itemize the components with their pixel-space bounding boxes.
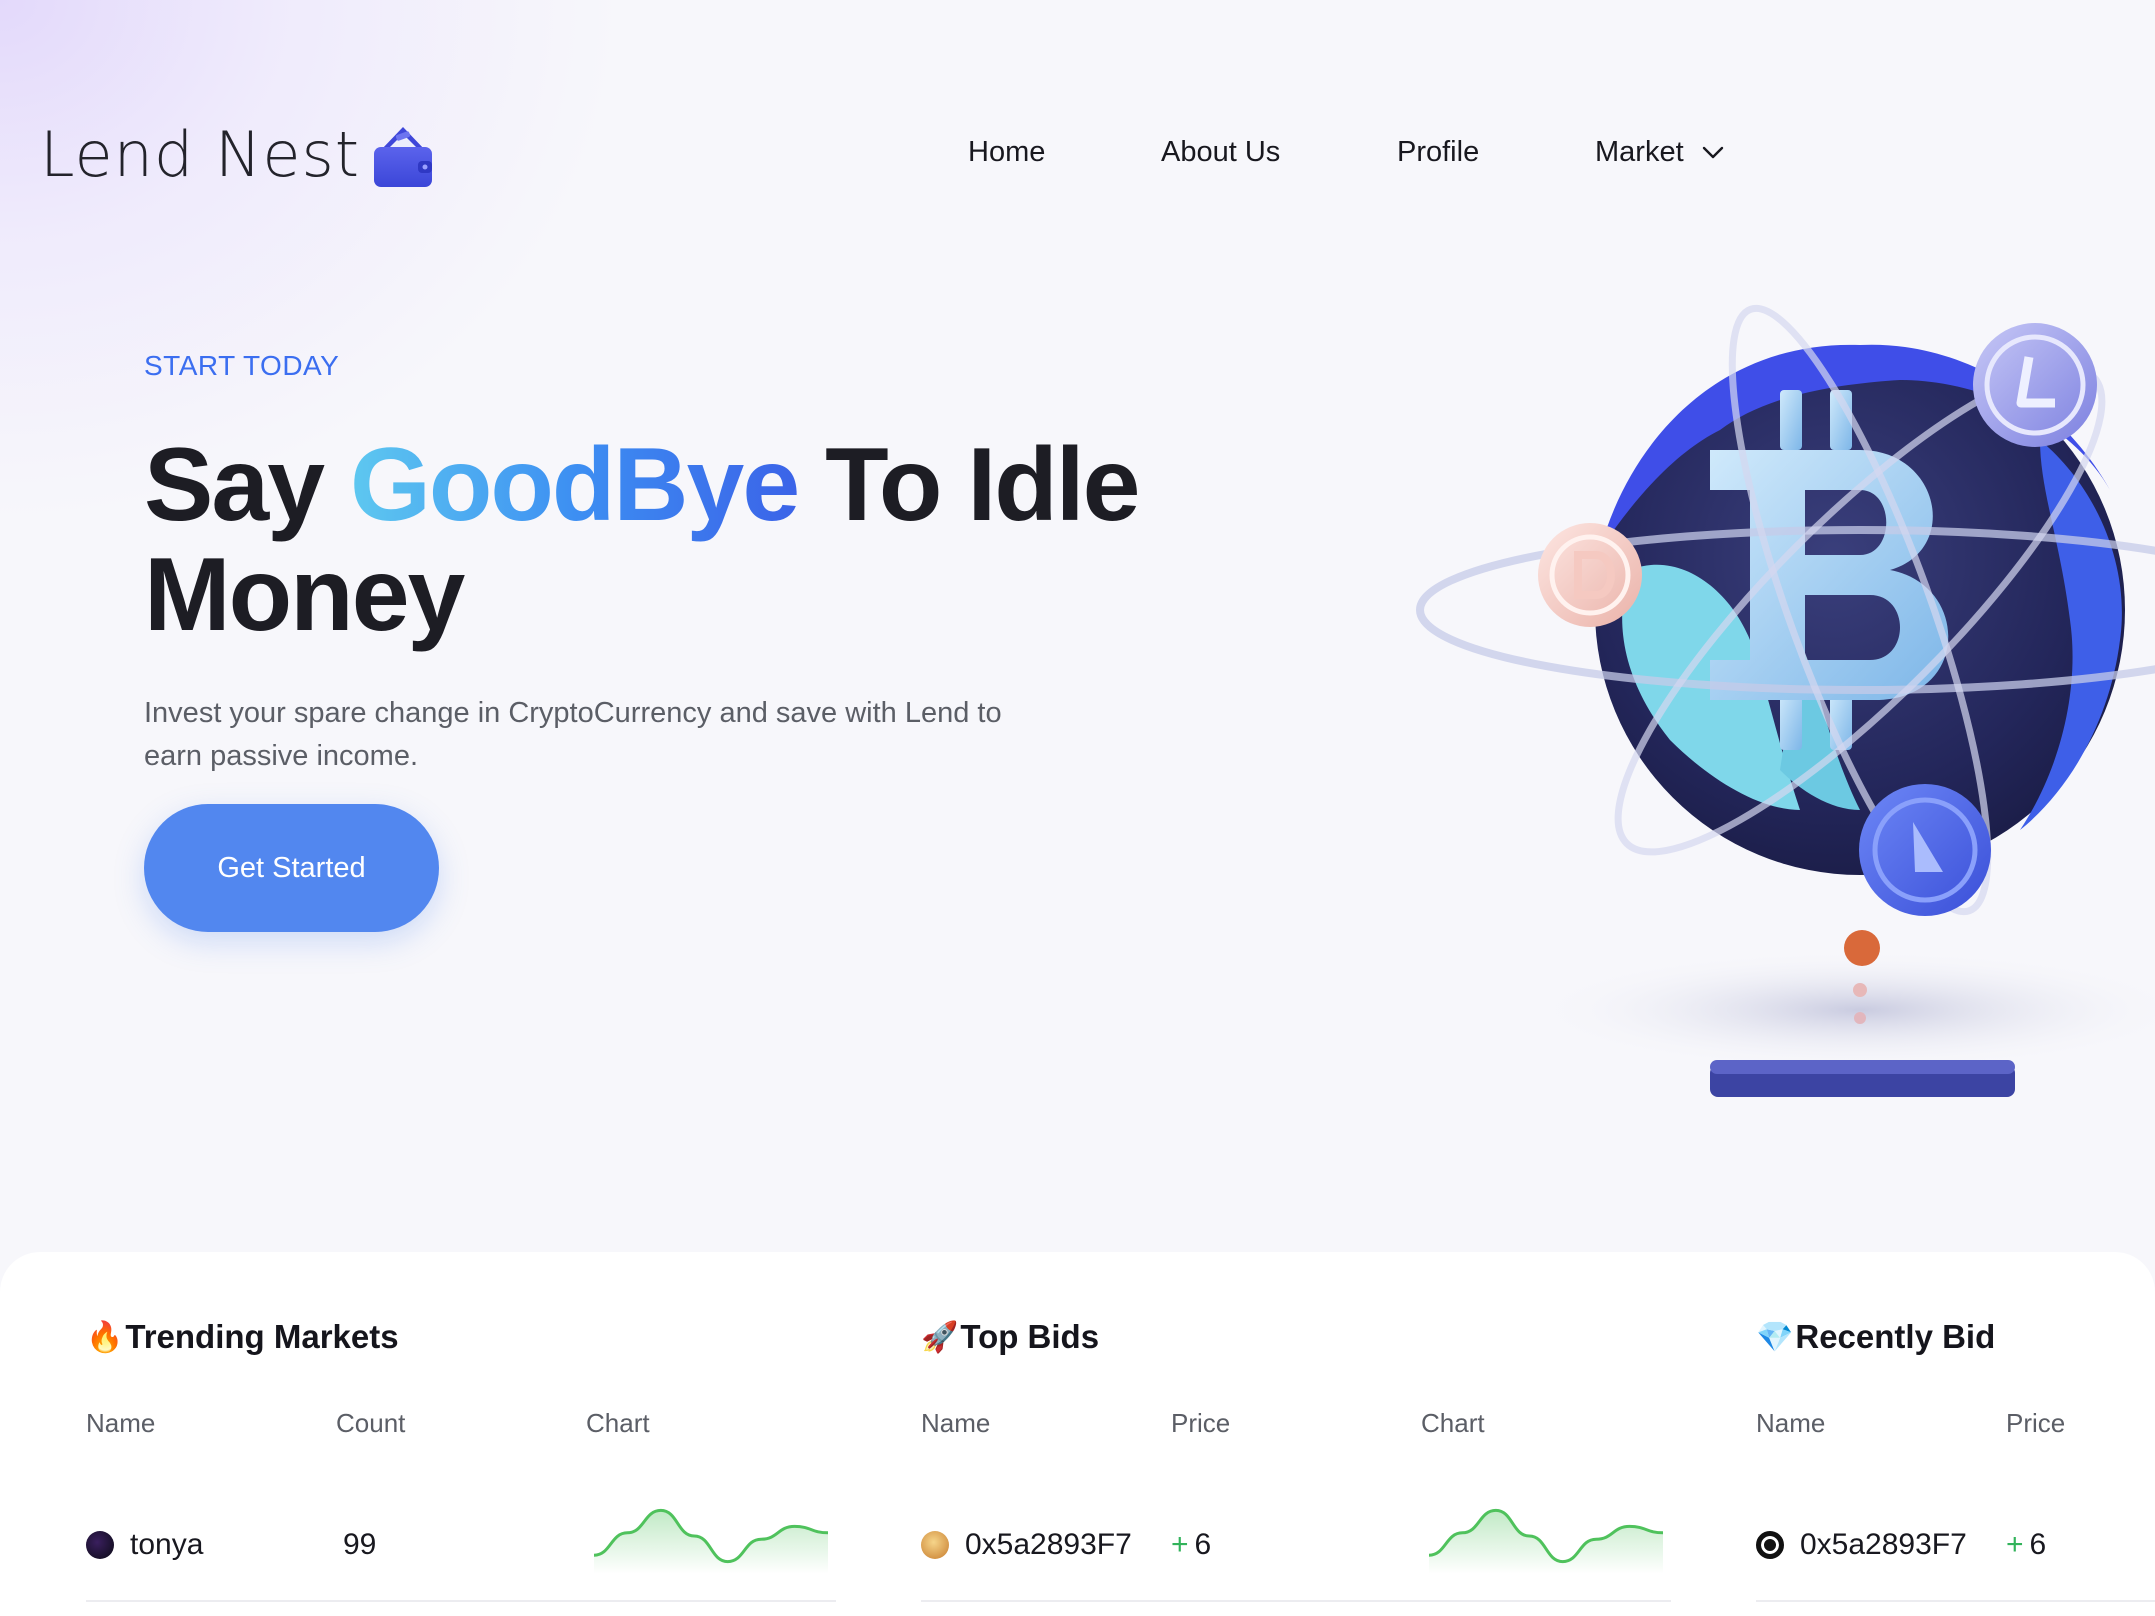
top-bids-col-price: Price: [1171, 1408, 1231, 1438]
chevron-down-icon: [1702, 146, 1723, 158]
row-divider: [1756, 1600, 2155, 1602]
recently-bid-row-price: + 6: [2006, 1528, 2046, 1562]
sparkline-area: [1429, 1510, 1663, 1574]
trending-sparkline: [594, 1508, 828, 1574]
recently-bid-title: 💎 Recently Bid: [1756, 1318, 1995, 1356]
top-bids-row-price-value: 6: [1194, 1528, 1212, 1561]
get-started-button[interactable]: Get Started: [144, 804, 439, 932]
recently-bid-col-price: Price: [2006, 1408, 2066, 1438]
plus-sign: +: [2006, 1528, 2024, 1561]
recently-bid-row-price-value: 6: [2029, 1528, 2047, 1561]
top-bids-row-price: + 6: [1171, 1528, 1211, 1562]
top-bids-label: Top Bids: [960, 1318, 1100, 1355]
headline-pre: Say: [144, 427, 350, 543]
hero-headline: Say GoodBye To Idle Money: [144, 430, 1244, 650]
nav-market-dropdown[interactable]: Market: [1595, 136, 1724, 169]
nav-about-us[interactable]: About Us: [1161, 136, 1280, 169]
recently-bid-row-name-text: 0x5a2893F7: [1800, 1528, 1967, 1561]
top-bids-title: 🚀 Top Bids: [921, 1318, 1099, 1356]
row-divider: [921, 1600, 1671, 1602]
fire-icon: 🔥: [86, 1319, 124, 1355]
headline-highlight: GoodBye: [349, 427, 800, 543]
sparkline-area: [594, 1510, 828, 1574]
crypto-globe-illustration: [1416, 304, 2155, 1097]
recently-bid-label: Recently Bid: [1795, 1318, 1996, 1355]
top-bids-row-name-text: 0x5a2893F7: [965, 1528, 1132, 1561]
top-bids-col-chart: Chart: [1421, 1408, 1485, 1438]
top-bids-row-name[interactable]: 0x5a2893F7: [921, 1528, 1132, 1562]
avatar: [86, 1531, 114, 1559]
diamond-icon: 💎: [1756, 1319, 1794, 1355]
trending-markets-title: 🔥 Trending Markets: [86, 1318, 399, 1356]
trending-row-count: 99: [343, 1528, 377, 1561]
nav-home[interactable]: Home: [968, 136, 1045, 169]
trending-col-count: Count: [336, 1408, 406, 1438]
trending-col-name: Name: [86, 1408, 156, 1438]
trending-col-chart: Chart: [586, 1408, 650, 1438]
plus-sign: +: [1171, 1528, 1189, 1561]
top-bids-sparkline: [1429, 1508, 1663, 1574]
hero-subtitle: Invest your spare change in CryptoCurren…: [144, 697, 1002, 772]
trending-markets-label: Trending Markets: [125, 1318, 399, 1355]
trending-row-name[interactable]: tonya: [86, 1528, 203, 1562]
avatar: [1756, 1531, 1784, 1559]
recently-bid-row-name[interactable]: 0x5a2893F7: [1756, 1528, 1967, 1562]
rocket-icon: 🚀: [921, 1319, 959, 1355]
main-nav: Home About Us Profile Market: [0, 136, 2155, 176]
recently-bid-col-name: Name: [1756, 1408, 1826, 1438]
top-bids-col-name: Name: [921, 1408, 991, 1438]
nav-market-label: Market: [1595, 136, 1684, 168]
row-divider: [86, 1600, 836, 1602]
avatar: [921, 1531, 949, 1559]
trending-row-name-text: tonya: [130, 1528, 204, 1561]
hero-eyebrow: START TODAY: [144, 350, 340, 381]
nav-profile[interactable]: Profile: [1397, 136, 1479, 169]
